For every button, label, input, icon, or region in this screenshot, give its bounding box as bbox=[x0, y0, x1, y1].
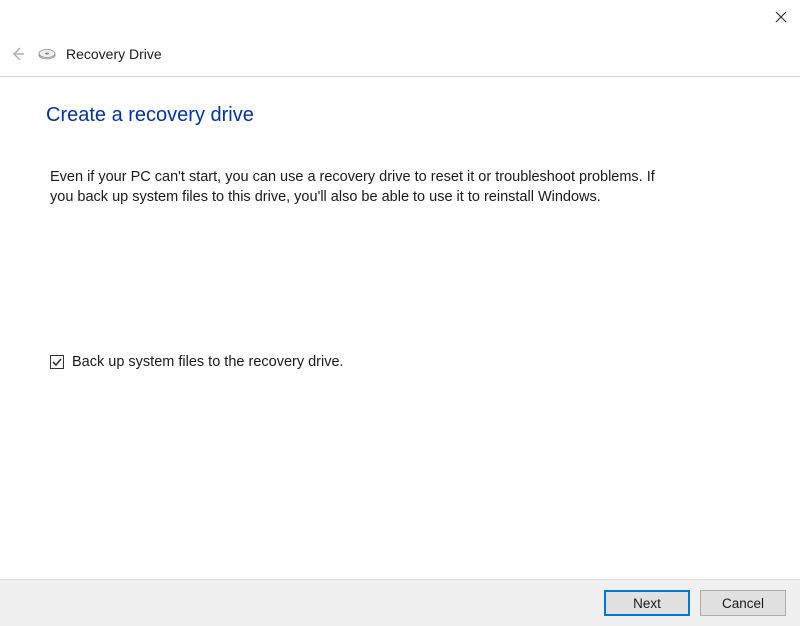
drive-icon bbox=[38, 47, 56, 61]
backup-checkbox-label[interactable]: Back up system files to the recovery dri… bbox=[72, 354, 344, 370]
next-button[interactable]: Next bbox=[604, 590, 690, 616]
close-button[interactable] bbox=[772, 8, 790, 26]
backup-checkbox[interactable] bbox=[50, 355, 64, 369]
footer-bar: Next Cancel bbox=[0, 580, 800, 626]
back-button[interactable] bbox=[8, 44, 28, 64]
checkmark-icon bbox=[51, 356, 63, 368]
cancel-button[interactable]: Cancel bbox=[700, 590, 786, 616]
backup-checkbox-row: Back up system files to the recovery dri… bbox=[50, 354, 344, 370]
titlebar: Recovery Drive bbox=[8, 44, 162, 64]
arrow-left-icon bbox=[10, 46, 26, 62]
page-description: Even if your PC can't start, you can use… bbox=[50, 168, 670, 207]
window-title: Recovery Drive bbox=[66, 46, 162, 62]
page-heading: Create a recovery drive bbox=[46, 104, 254, 127]
close-icon bbox=[775, 11, 787, 23]
header-divider bbox=[0, 76, 800, 77]
